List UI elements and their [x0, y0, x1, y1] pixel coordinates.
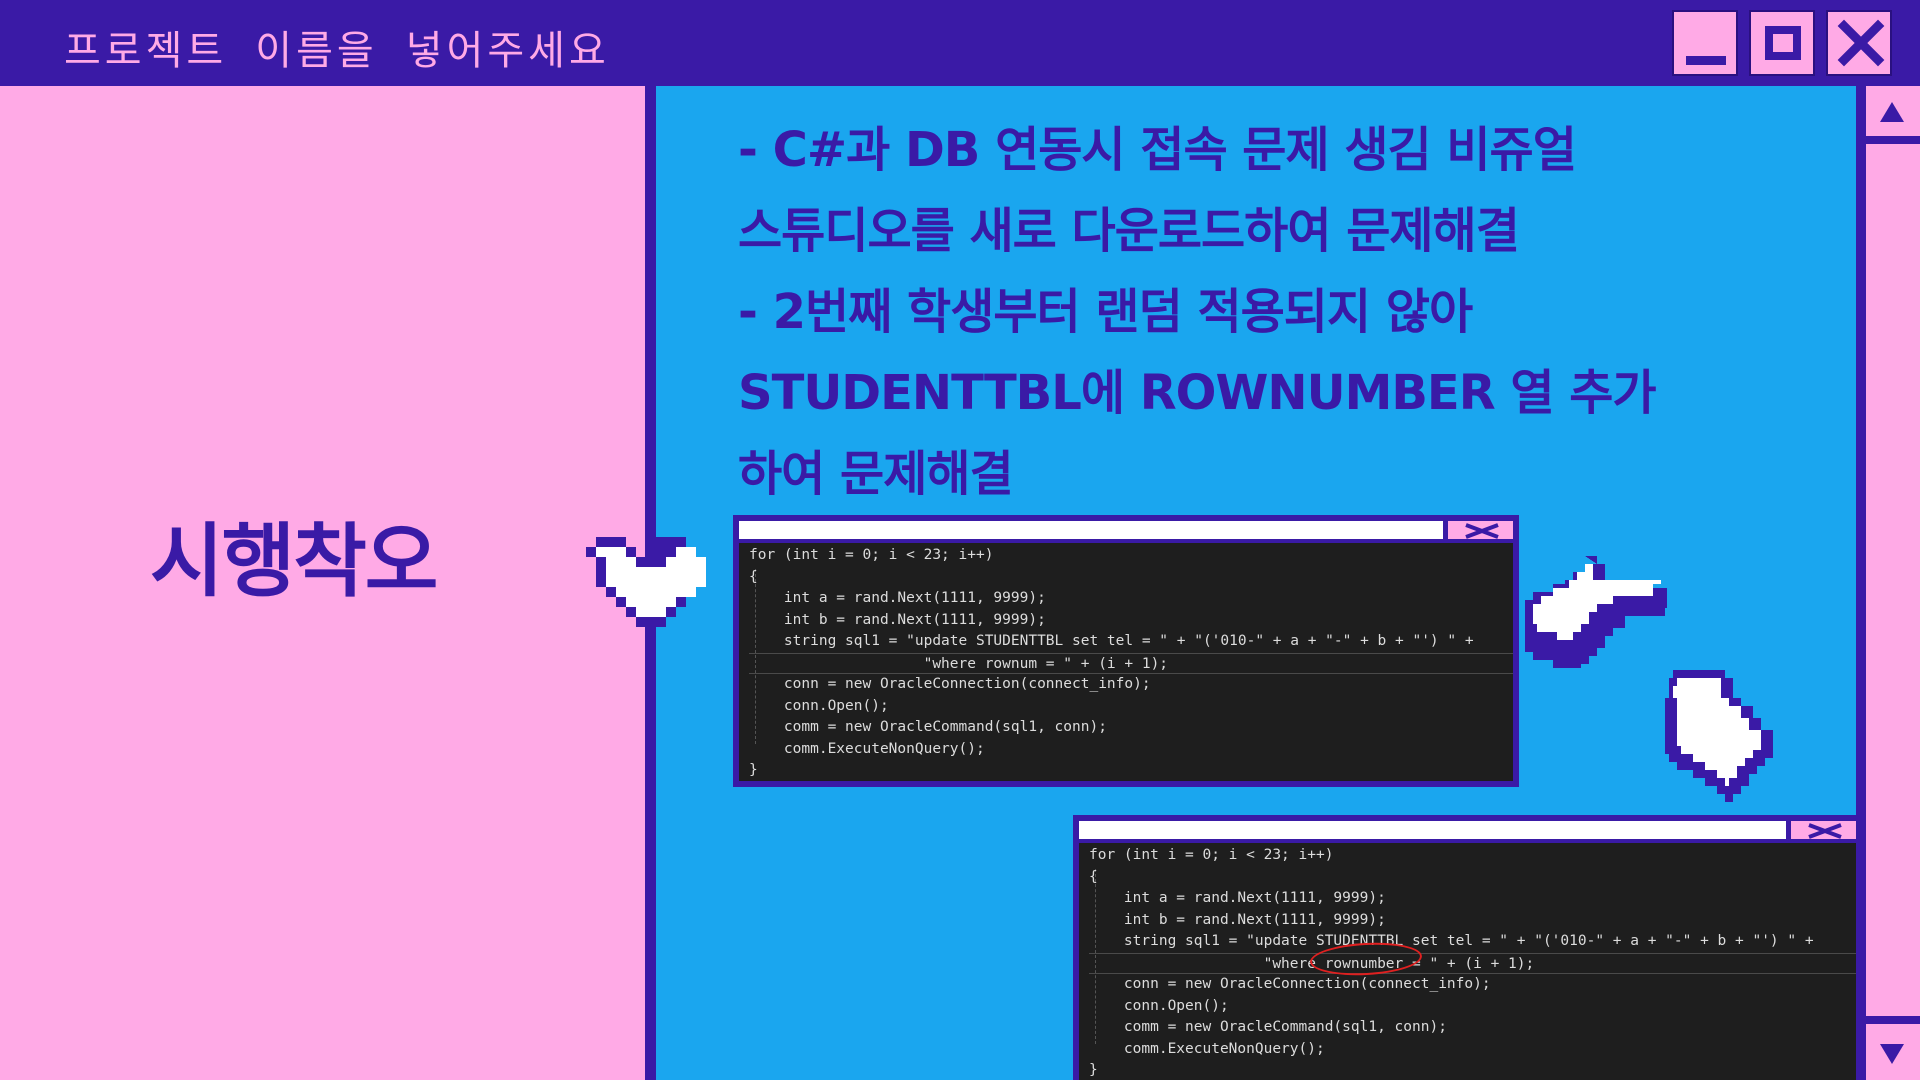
code-window: for (int i = 0; i < 23; i++) { int a = r… [733, 515, 1519, 787]
content-line: 스튜디오를 새로 다운로드하여 문제해결 [738, 203, 1520, 259]
window-title: 프로젝트 이름을 넣어주세요 [64, 28, 610, 74]
code-line: string sql1 = "update STUDENTTBL set tel… [749, 633, 1474, 649]
close-icon [1808, 823, 1842, 839]
code-line: comm.ExecuteNonQuery(); [749, 740, 985, 757]
code-line: conn.Open(); [749, 697, 889, 714]
vertical-scrollbar[interactable] [1856, 86, 1920, 1080]
code-line: } [1089, 1062, 1098, 1078]
code-window-titlebar [739, 521, 1513, 543]
title-bar: 프로젝트 이름을 넣어주세요 [0, 0, 1920, 86]
content-line: - 2번째 학생부터 랜덤 적용되지 않아 [738, 284, 1473, 340]
content-line: - C#과 DB 연동시 접속 문제 생김 비쥬얼 [738, 122, 1577, 178]
code-window-close-button[interactable] [1443, 521, 1513, 543]
pointing-hand-right-icon [1525, 556, 1667, 668]
code-window-close-button[interactable] [1786, 821, 1856, 843]
content-line: STUDENTTBL에 ROWNUMBER 열 추가 [738, 365, 1657, 421]
content-text: - C#과 DB 연동시 접속 문제 생김 비쥬얼 스튜디오를 새로 다운로드하… [738, 110, 1838, 515]
code-line-highlighted: "where rownumber = " + (i + 1); [1089, 952, 1856, 974]
code-line: int b = rand.Next(1111, 9999); [1089, 911, 1386, 928]
minimize-button[interactable] [1672, 10, 1738, 76]
code-line: { [1089, 868, 1098, 885]
code-line: conn = new OracleConnection(connect_info… [749, 676, 1151, 692]
maximize-icon [1765, 26, 1801, 60]
code-line: comm = new OracleCommand(sql1, conn); [749, 719, 1107, 735]
code-line-highlighted: "where rownum = " + (i + 1); [749, 652, 1513, 674]
close-button[interactable] [1826, 10, 1892, 76]
code-line: for (int i = 0; i < 23; i++) [1089, 847, 1334, 863]
arrow-up-icon [1880, 102, 1904, 122]
close-icon [1465, 523, 1499, 539]
code-line: int a = rand.Next(1111, 9999); [1089, 890, 1386, 906]
close-icon [1837, 19, 1885, 67]
scroll-up-button[interactable] [1866, 86, 1920, 144]
code-line: for (int i = 0; i < 23; i++) [749, 547, 994, 563]
content-line: 하여 문제해결 [738, 446, 1014, 502]
maximize-button[interactable] [1749, 10, 1815, 76]
code-line: comm = new OracleCommand(sql1, conn); [1089, 1019, 1447, 1035]
code-line: { [749, 568, 758, 585]
code-line: int a = rand.Next(1111, 9999); [749, 590, 1046, 606]
code-line: comm.ExecuteNonQuery(); [1089, 1040, 1325, 1057]
code-line: conn.Open(); [1089, 997, 1229, 1014]
code-line: string sql1 = "update STUDENTTBL set tel… [1089, 933, 1814, 949]
code-block: for (int i = 0; i < 23; i++) { int a = r… [1089, 845, 1856, 1080]
arrow-down-icon [1880, 1044, 1904, 1064]
code-block: for (int i = 0; i < 23; i++) { int a = r… [749, 545, 1513, 782]
code-line: int b = rand.Next(1111, 9999); [749, 611, 1046, 628]
pointing-hand-down-icon [1665, 670, 1773, 802]
code-window: for (int i = 0; i < 23; i++) { int a = r… [1073, 815, 1856, 1080]
code-line: conn = new OracleConnection(connect_info… [1089, 976, 1491, 992]
code-line: } [749, 762, 758, 778]
minimize-icon [1686, 56, 1726, 65]
code-window-titlebar [1079, 821, 1856, 843]
heart-icon [586, 537, 706, 627]
section-heading: 시행착오 [150, 515, 438, 608]
scroll-down-button[interactable] [1866, 1016, 1920, 1080]
